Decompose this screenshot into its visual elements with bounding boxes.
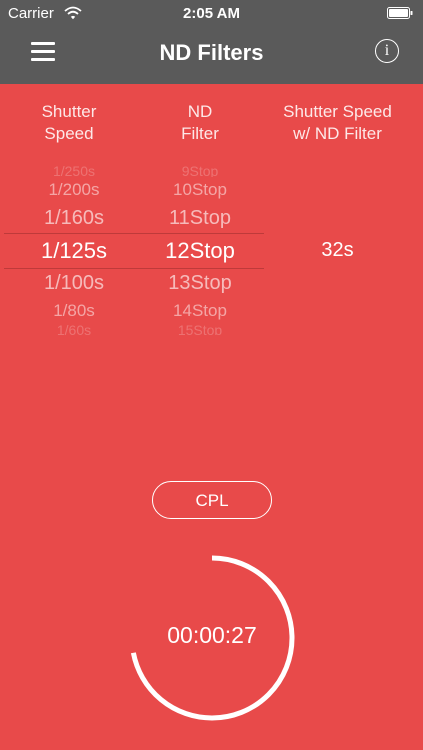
status-time: 2:05 AM [183, 5, 240, 22]
shutter-option[interactable]: 1/200s [14, 180, 134, 200]
picker-selection-bottom-line [4, 268, 264, 269]
page-title: ND Filters [159, 40, 264, 65]
shutter-option[interactable]: 1/60s [14, 322, 134, 335]
battery-icon [387, 7, 413, 19]
nd-option[interactable]: 15Stop [135, 322, 265, 335]
nd-option-selected[interactable]: 12Stop [135, 238, 265, 264]
shutter-speed-header: Shutter Speed [14, 101, 124, 145]
nd-option[interactable]: 13Stop [135, 272, 265, 295]
nd-filter-header-line2: Filter [181, 124, 219, 143]
shutter-speed-header-line2: Speed [44, 124, 94, 143]
shutter-option[interactable]: 1/100s [14, 272, 134, 295]
shutter-option-selected[interactable]: 1/125s [14, 238, 134, 264]
shutter-option[interactable]: 1/160s [14, 207, 134, 230]
nd-option[interactable]: 11Stop [135, 207, 265, 230]
result-header-line1: Shutter Speed [283, 102, 392, 121]
result-header-line2: w/ ND Filter [293, 124, 382, 143]
nd-option[interactable]: 9Stop [135, 163, 265, 177]
result-header: Shutter Speed w/ ND Filter [270, 101, 405, 145]
nd-filter-header-line1: ND [187, 102, 213, 121]
shutter-option[interactable]: 1/80s [14, 301, 134, 321]
cpl-button[interactable]: CPL [152, 481, 272, 519]
nd-option[interactable]: 10Stop [135, 180, 265, 200]
nd-option[interactable]: 14Stop [135, 301, 265, 321]
info-icon[interactable]: i [375, 39, 399, 63]
resulting-shutter-speed: 32s [321, 239, 354, 261]
shutter-option[interactable]: 1/250s [14, 163, 134, 177]
status-bar: Carrier 2:05 AM [0, 0, 423, 26]
shutter-speed-header-line1: Shutter [41, 102, 97, 121]
picker-selection-top-line [4, 233, 264, 234]
nd-filter-header: ND Filter [145, 101, 255, 145]
navigation-bar: ND Filters i [0, 26, 423, 84]
timer-display: 00:00:27 [167, 622, 257, 648]
